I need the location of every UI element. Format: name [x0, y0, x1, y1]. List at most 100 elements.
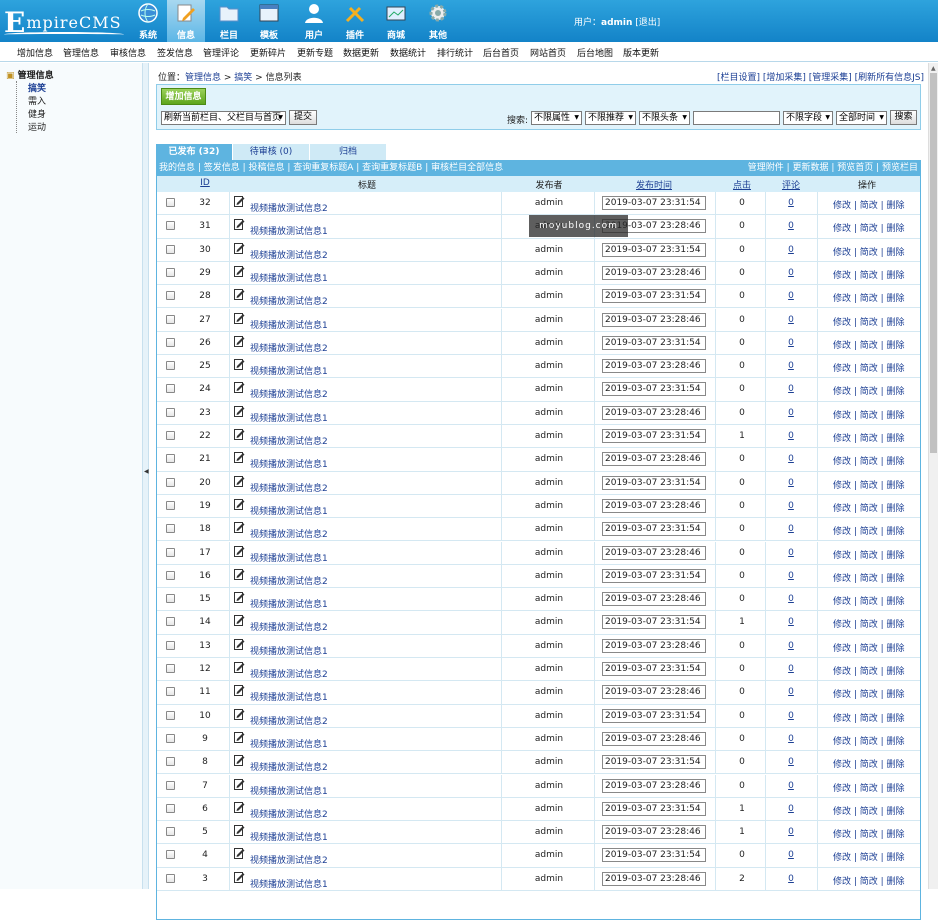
row-time-field[interactable]: 2019-03-07 23:28:46 [602, 359, 706, 374]
row-checkbox[interactable] [166, 570, 175, 580]
tab-archive[interactable]: 归档 [310, 144, 386, 160]
col-clicks[interactable]: 点击 [732, 178, 752, 191]
row-checkbox[interactable] [166, 710, 175, 720]
search-button[interactable]: 搜索 [890, 110, 917, 125]
sidebar-item-leiru[interactable]: 需入 [28, 94, 46, 107]
search-input[interactable] [693, 111, 780, 125]
row-ops-links[interactable]: 修改 | 简改 | 删除 [833, 804, 905, 817]
menu-item-6[interactable]: 更新专题 [297, 46, 333, 59]
row-comments-link[interactable]: 0 [781, 431, 801, 441]
row-ops-links[interactable]: 修改 | 简改 | 删除 [833, 501, 905, 514]
row-ops-links[interactable]: 修改 | 简改 | 删除 [833, 734, 905, 747]
row-comments-link[interactable]: 0 [781, 617, 801, 627]
row-checkbox[interactable] [166, 221, 175, 231]
row-time-field[interactable]: 2019-03-07 23:31:54 [602, 848, 706, 863]
links-right[interactable]: 管理附件 | 更新数据 | 预览首页 | 预览栏目 [748, 161, 918, 176]
menu-item-13[interactable]: 版本更新 [623, 46, 659, 59]
row-checkbox[interactable] [166, 803, 175, 813]
row-checkbox[interactable] [166, 198, 175, 207]
row-comments-link[interactable]: 0 [781, 641, 801, 651]
row-comments-link[interactable]: 0 [781, 198, 801, 208]
row-comments-link[interactable]: 0 [781, 245, 801, 255]
row-comments-link[interactable]: 0 [781, 571, 801, 581]
crumb-category[interactable]: 搞笑 [234, 73, 252, 83]
row-comments-link[interactable]: 0 [781, 478, 801, 488]
row-title-link[interactable]: 视频播放测试信息2 [250, 481, 328, 494]
row-checkbox[interactable] [166, 500, 175, 510]
col-id[interactable]: ID [185, 178, 225, 188]
row-checkbox[interactable] [166, 687, 175, 697]
row-time-field[interactable]: 2019-03-07 23:31:54 [602, 755, 706, 770]
row-time-field[interactable]: 2019-03-07 23:28:46 [602, 731, 706, 746]
field-filter-select[interactable]: 不限字段 [783, 111, 833, 125]
menu-item-8[interactable]: 数据统计 [390, 46, 426, 59]
time-filter-select[interactable]: 全部时间 [836, 111, 887, 125]
row-title-link[interactable]: 视频播放测试信息1 [250, 411, 328, 424]
row-title-link[interactable]: 视频播放测试信息2 [250, 620, 328, 633]
topnav-shop-card[interactable]: 商城 [377, 0, 415, 42]
row-time-field[interactable]: 2019-03-07 23:31:54 [602, 475, 706, 490]
row-title-link[interactable]: 视频播放测试信息1 [250, 318, 328, 331]
row-title-link[interactable]: 视频播放测试信息2 [250, 667, 328, 680]
topnav-folder[interactable]: 栏目 [210, 0, 248, 42]
topnav-user[interactable]: 用户 [295, 0, 333, 42]
row-time-field[interactable]: 2019-03-07 23:31:54 [602, 242, 706, 257]
row-comments-link[interactable]: 0 [781, 827, 801, 837]
links-left[interactable]: 我的信息 | 签发信息 | 投稿信息 | 查询重复标题A | 查询重复标题B |… [159, 161, 503, 176]
row-ops-links[interactable]: 修改 | 简改 | 删除 [833, 711, 905, 724]
row-title-link[interactable]: 视频播放测试信息1 [250, 271, 328, 284]
sidebar-splitter[interactable]: ◀ [142, 63, 149, 889]
row-time-field[interactable]: 2019-03-07 23:31:54 [602, 382, 706, 397]
menu-item-3[interactable]: 签发信息 [157, 46, 193, 59]
row-time-field[interactable]: 2019-03-07 23:28:46 [602, 405, 706, 420]
row-comments-link[interactable]: 0 [781, 548, 801, 558]
row-comments-link[interactable]: 0 [781, 734, 801, 744]
row-time-field[interactable]: 2019-03-07 23:31:54 [602, 429, 706, 443]
top-links[interactable]: [栏目设置] [增加采集] [管理采集] [刷新所有信息JS] [717, 70, 924, 83]
row-checkbox[interactable] [166, 594, 175, 604]
row-ops-links[interactable]: 修改 | 简改 | 删除 [833, 874, 905, 887]
scroll-thumb[interactable] [930, 73, 937, 453]
recommend-filter-select[interactable]: 不限推荐 [585, 111, 636, 125]
menu-item-10[interactable]: 后台首页 [483, 46, 519, 59]
menu-item-4[interactable]: 管理评论 [203, 46, 239, 59]
row-comments-link[interactable]: 0 [781, 501, 801, 511]
row-checkbox[interactable] [166, 873, 175, 883]
row-checkbox[interactable] [166, 617, 175, 627]
tree-root-manage-info[interactable]: ▣ 管理信息 [6, 68, 54, 81]
topnav-gear[interactable]: 其他 [419, 0, 457, 42]
row-checkbox[interactable] [166, 733, 175, 743]
row-checkbox[interactable] [166, 780, 175, 790]
row-ops-links[interactable]: 修改 | 简改 | 删除 [833, 198, 905, 211]
row-time-field[interactable]: 2019-03-07 23:31:54 [602, 335, 706, 350]
row-ops-links[interactable]: 修改 | 简改 | 删除 [833, 384, 905, 397]
col-pubtime[interactable]: 发布时间 [627, 178, 681, 191]
row-checkbox[interactable] [166, 314, 175, 324]
row-checkbox[interactable] [166, 454, 175, 464]
menu-item-9[interactable]: 排行统计 [437, 46, 473, 59]
topnav-template-window[interactable]: 模板 [250, 0, 288, 42]
menu-item-1[interactable]: 管理信息 [63, 46, 99, 59]
row-comments-link[interactable]: 0 [781, 221, 801, 231]
row-comments-link[interactable]: 0 [781, 338, 801, 348]
row-comments-link[interactable]: 0 [781, 594, 801, 604]
row-time-field[interactable]: 2019-03-07 23:28:46 [602, 312, 706, 327]
row-comments-link[interactable]: 0 [781, 850, 801, 860]
row-time-field[interactable]: 2019-03-07 23:31:54 [602, 662, 706, 676]
row-ops-links[interactable]: 修改 | 简改 | 删除 [833, 687, 905, 700]
menu-item-0[interactable]: 增加信息 [17, 46, 53, 59]
row-time-field[interactable]: 2019-03-07 23:31:54 [602, 615, 706, 630]
sidebar-item-yundong[interactable]: 运动 [28, 120, 46, 133]
row-comments-link[interactable]: 0 [781, 781, 801, 791]
row-title-link[interactable]: 视频播放测试信息2 [250, 807, 328, 820]
row-time-field[interactable]: 2019-03-07 23:28:46 [602, 685, 706, 700]
headline-filter-select[interactable]: 不限头条 [639, 111, 690, 125]
row-checkbox[interactable] [166, 757, 175, 767]
row-title-link[interactable]: 视频播放测试信息1 [250, 504, 328, 517]
crumb-manage-info[interactable]: 管理信息 [185, 73, 221, 83]
row-time-field[interactable]: 2019-03-07 23:28:46 [602, 265, 706, 280]
row-title-link[interactable]: 视频播放测试信息2 [250, 760, 328, 773]
row-time-field[interactable]: 2019-03-07 23:31:54 [602, 801, 706, 816]
row-title-link[interactable]: 视频播放测试信息1 [250, 830, 328, 843]
tab-pending[interactable]: 待审核 (0) [233, 144, 309, 160]
